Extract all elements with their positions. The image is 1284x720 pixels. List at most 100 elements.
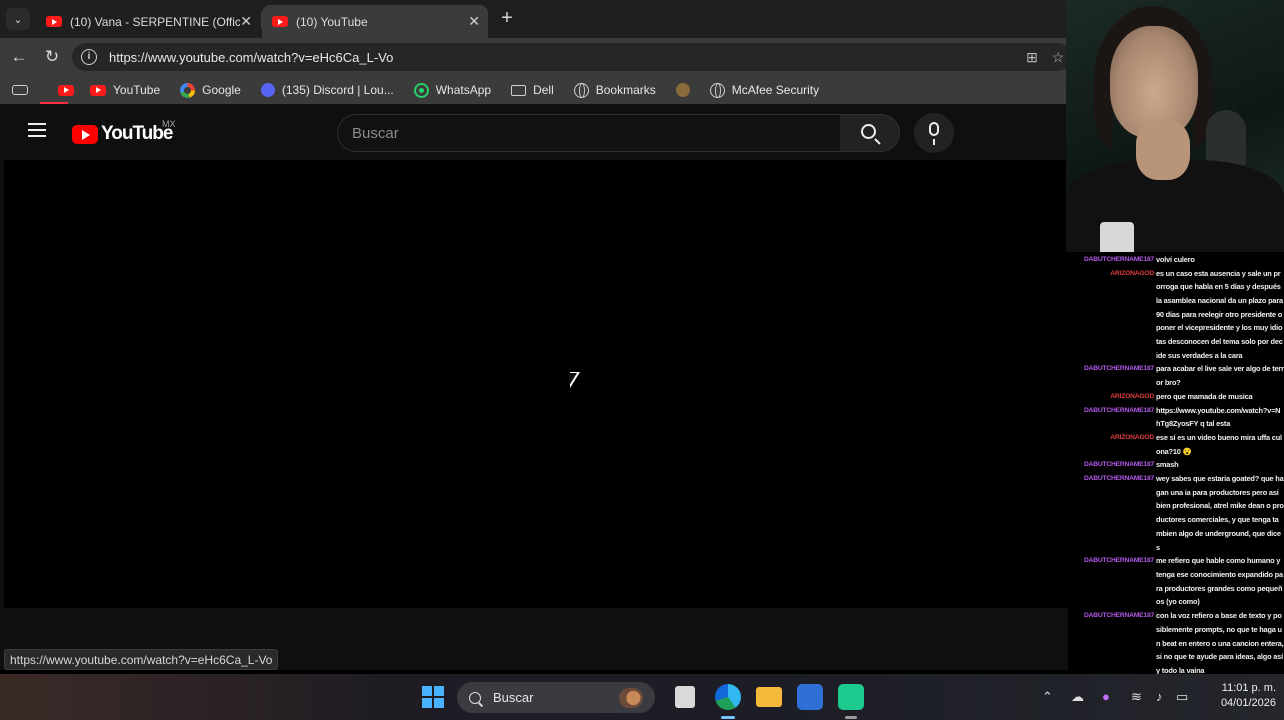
tab-title: (10) YouTube [296,14,368,29]
taskbar-search-label: Buscar [493,690,534,705]
browser-toolbar: ← ↻ i https://www.youtube.com/watch?v=eH… [0,38,1072,76]
screen: ⌄ (10) Vana - SERPENTINE (Official M ✕ (… [0,0,1284,720]
site-info-icon[interactable]: i [81,49,97,65]
bookmark-whatsapp[interactable]: WhatsApp [413,82,492,98]
microphone-tray-icon[interactable]: ● [1102,689,1110,705]
chat-message: DABUTCHERNAME187 https://www.youtube.com/… [1080,404,1284,431]
chevron-down-icon: ⌄ [13,13,23,26]
taskbar-clock[interactable]: 11:01 p. m. 04/01/2026 [1196,681,1276,711]
windows-logo-icon [422,686,432,696]
clock-time: 11:01 p. m. [1221,682,1276,694]
address-url: https://www.youtube.com/watch?v=eHc6Ca_L… [109,49,394,65]
cloud-icon[interactable]: ☁ [1071,689,1084,705]
youtube-favicon-icon [58,84,74,96]
chat-message: DABUTCHERNAME187 volví culero [1080,253,1284,267]
chat-message: DABUTCHERNAME187 wey sabes que estaria go… [1080,472,1284,554]
tab-youtube[interactable]: (10) YouTube ✕ [262,5,488,38]
favorite-star-icon[interactable]: ☆ [1050,49,1066,65]
chat-username: ARIZONAGOD [1110,392,1154,400]
bookmark-label: (135) Discord | Lou... [281,83,394,97]
back-button[interactable]: ← [8,46,30,68]
wifi-icon[interactable]: ≋ [1131,689,1142,705]
new-tab-button[interactable]: + [496,8,518,30]
bookmark-mcafee[interactable]: McAfee Security [709,82,820,98]
chat-username: DABUTCHERNAME187 [1083,612,1154,620]
windows-taskbar: Buscar ⌃ ☁ ● ≋ ♪ ▭ 11:01 p. m. 04/01/202… [0,674,1284,720]
tab-search-button[interactable]: ⌄ [6,8,30,30]
bookmark-label: McAfee Security [731,83,820,97]
youtube-search-input[interactable] [352,115,822,151]
chat-text: smash [1156,460,1179,470]
windows-logo-icon [422,698,432,708]
voice-search-button[interactable] [914,113,954,153]
close-icon[interactable]: ✕ [240,13,252,30]
menu-icon[interactable] [28,123,46,137]
chat-username: DABUTCHERNAME187 [1083,475,1154,483]
bookmark-label: WhatsApp [435,83,492,97]
bookmark-google[interactable]: Google [180,82,241,98]
split-screen-icon[interactable]: ⊞ [1024,49,1040,65]
bookmark-label: Dell [533,83,554,97]
chat-username: ARIZONAGOD [1110,269,1154,277]
bookmark-label: YouTube [113,83,161,97]
close-icon[interactable]: ✕ [468,13,480,30]
extension-icon [675,83,690,97]
youtube-header: YouTube MX [0,104,1068,160]
bookmark-youtube[interactable]: YouTube [90,83,160,97]
folder-icon [511,84,527,96]
youtube-logo[interactable]: YouTube [72,123,173,145]
youtube-favicon-icon [46,16,62,27]
youtube-favicon-icon [90,84,106,96]
video-player[interactable] [4,160,1068,608]
chat-message: DABUTCHERNAME187 me refiero que hable com… [1080,554,1284,609]
task-view-icon[interactable] [675,686,695,708]
chat-text: con la voz refiero a base de texto y pos… [1156,611,1284,675]
edge-icon[interactable] [715,684,741,710]
address-bar[interactable]: i https://www.youtube.com/watch?v=eHc6Ca… [72,43,1072,71]
bookmark-bookmarks[interactable]: Bookmarks [573,82,656,98]
chat-text: pero que mamada de musica [1156,391,1253,401]
file-explorer-icon[interactable] [756,687,782,707]
search-icon [469,691,481,704]
chat-username: DABUTCHERNAME187 [1083,365,1154,373]
android-app-icon[interactable] [838,684,864,710]
country-code: MX [162,119,176,129]
webcam-overlay [1066,0,1284,252]
start-button[interactable] [422,686,444,708]
google-icon [180,82,196,98]
globe-icon [709,82,725,98]
chat-username: DABUTCHERNAME187 [1083,255,1154,263]
chat-username: ARIZONAGOD [1110,433,1154,441]
bookmark-label: Bookmarks [595,83,656,97]
volume-icon[interactable]: ♪ [1156,689,1163,705]
youtube-search-button[interactable] [840,114,900,152]
taskbar-search[interactable]: Buscar [457,682,655,713]
stream-chat-overlay: y acá el llegó de los fantasmas y el pai… [1080,252,1284,678]
chat-text: https://www.youtube.com/watch?v=NhTg8Zyo… [1156,405,1281,429]
chat-message: DABUTCHERNAME187 con la voz refiero a bas… [1080,609,1284,678]
bookmark-dell[interactable]: Dell [511,83,554,97]
microphone-icon [929,122,939,145]
running-app-indicator [845,716,857,719]
battery-icon[interactable]: ▭ [1176,689,1188,705]
chat-message: ARIZONAGOD pero que mamada de musica [1080,390,1284,404]
bookmark-discord[interactable]: (135) Discord | Lou... [260,83,394,97]
reload-button[interactable]: ↻ [41,46,63,68]
clock-date: 04/01/2026 [1220,697,1276,709]
bookmark-label: Google [202,83,241,97]
tab-vana-serpentine[interactable]: (10) Vana - SERPENTINE (Official M ✕ [36,5,260,38]
chat-message: DABUTCHERNAME187 smash [1080,458,1284,472]
bookmark-extension[interactable] [675,83,690,97]
store-icon[interactable] [797,684,823,710]
mouse-cursor-icon [569,372,580,388]
tray-overflow-icon[interactable]: ⌃ [1042,689,1053,705]
bookmark-youtube-icon-only[interactable] [58,84,74,96]
active-app-indicator [721,716,735,719]
chat-message: ARIZONAGOD ese sí es un video bueno mira … [1080,431,1284,458]
globe-icon [573,82,589,98]
chat-text: ese sí es un video bueno mira uffa culon… [1156,432,1282,456]
webcam-person-hand [1136,120,1190,180]
chat-text: wey sabes que estaria goated? que hagan … [1156,474,1284,552]
chat-text: es un caso esta ausencia y sale un prorr… [1156,268,1283,360]
apps-button[interactable] [12,85,28,95]
